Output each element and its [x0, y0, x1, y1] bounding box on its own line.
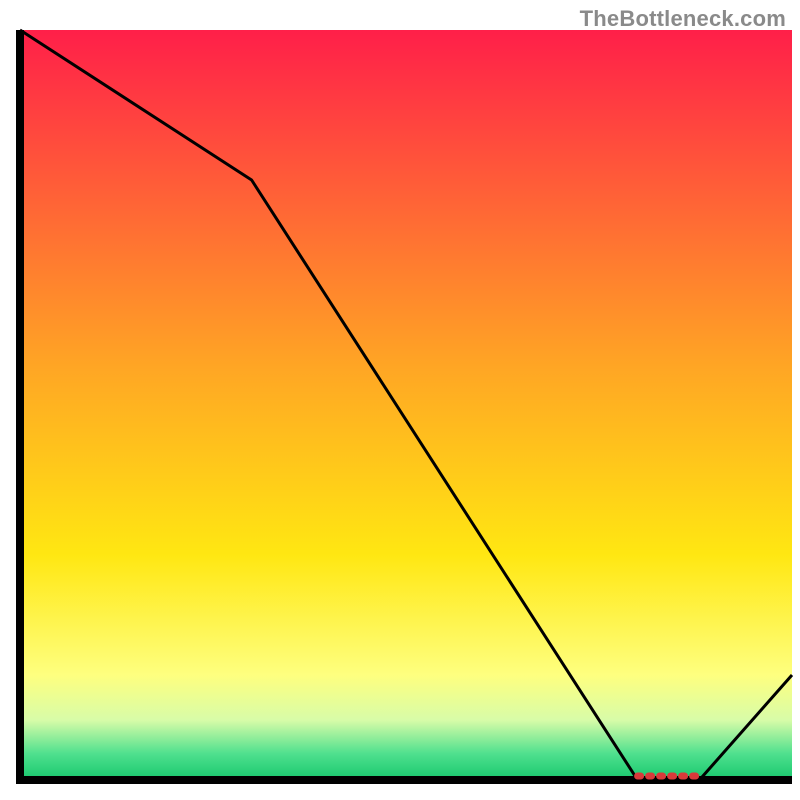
chart-container: TheBottleneck.com: [0, 0, 800, 800]
watermark-text: TheBottleneck.com: [580, 6, 786, 32]
gradient-background: [20, 30, 792, 780]
bottleneck-chart: [0, 0, 800, 800]
